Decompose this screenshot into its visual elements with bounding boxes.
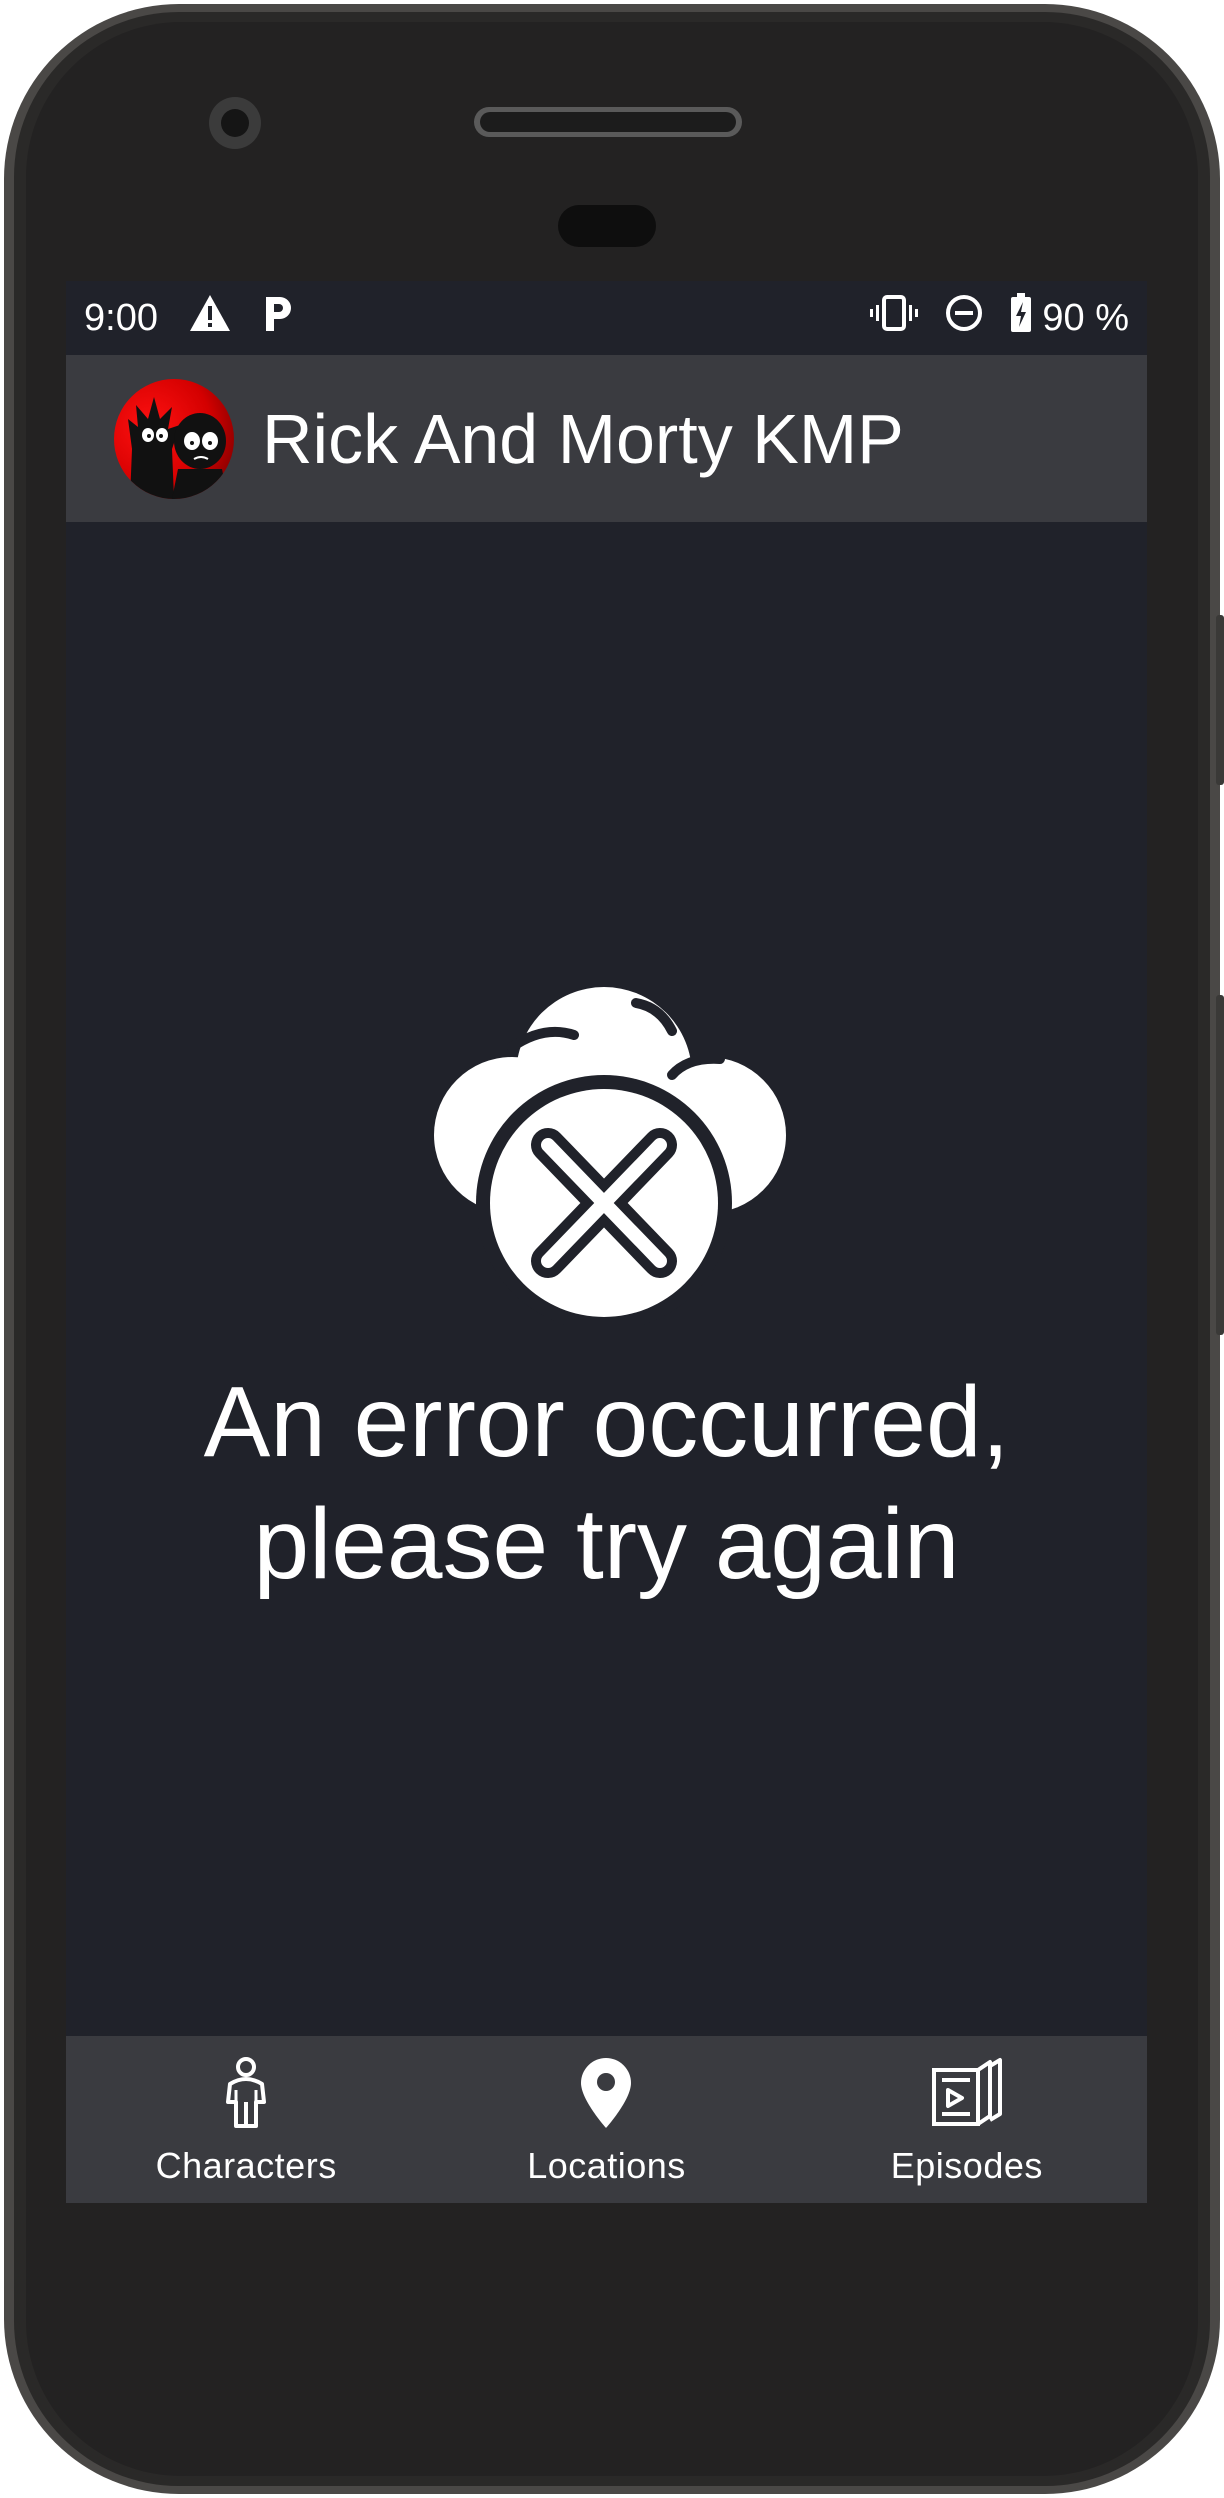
- battery-percentage: 90 %: [1042, 296, 1129, 339]
- error-message-line-2: please try again: [253, 1488, 960, 1600]
- book-play-icon: [930, 2056, 1004, 2135]
- app-screen: 9:00 90 % Rick And Morty KMP An error oc…: [66, 281, 1147, 2203]
- battery-charging-icon: [1010, 293, 1032, 343]
- app-title: Rick And Morty KMP: [262, 399, 904, 478]
- location-pin-icon: [579, 2056, 633, 2135]
- warning-icon: [188, 293, 232, 343]
- nav-episodes-label: Episodes: [890, 2145, 1043, 2186]
- nav-locations-label: Locations: [527, 2145, 686, 2186]
- do-not-disturb-icon: [944, 293, 984, 343]
- vibrate-icon: [870, 293, 919, 343]
- error-message: An error occurred, please try again: [66, 1361, 1147, 1605]
- status-bar: 9:00 90 %: [66, 281, 1147, 355]
- app-avatar: [114, 378, 234, 499]
- top-app-bar: Rick And Morty KMP: [66, 355, 1147, 522]
- nav-episodes[interactable]: Episodes: [787, 2036, 1147, 2203]
- nav-characters[interactable]: Characters: [66, 2036, 426, 2203]
- phone-device: 9:00 90 % Rick And Morty KMP An error oc…: [0, 0, 1224, 2498]
- bottom-navigation: Characters Locations Episodes: [66, 2036, 1147, 2203]
- person-icon: [216, 2056, 276, 2135]
- nav-locations[interactable]: Locations: [426, 2036, 786, 2203]
- parking-icon: [262, 293, 296, 343]
- clock: 9:00: [84, 296, 158, 339]
- nav-characters-label: Characters: [155, 2145, 337, 2186]
- cloud-error-icon: [424, 955, 790, 1331]
- error-message-line-1: An error occurred,: [203, 1366, 1010, 1478]
